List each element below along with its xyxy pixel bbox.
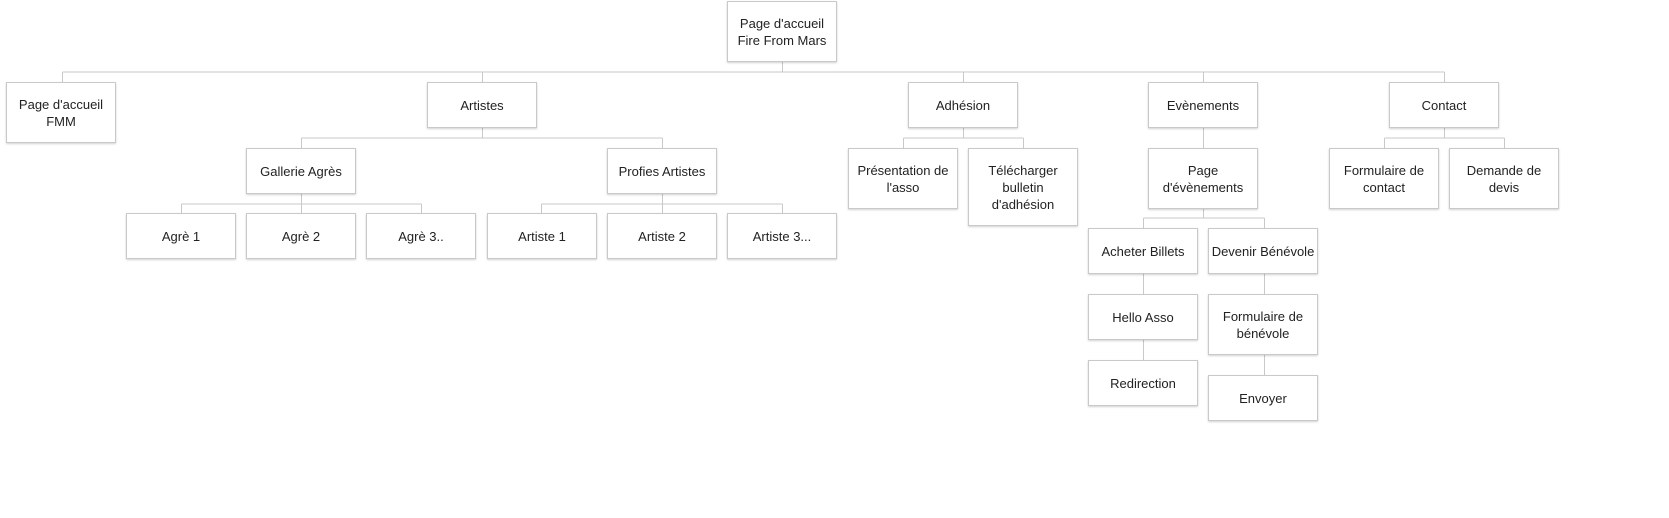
connector-artistes-children: [301, 128, 663, 148]
node-artiste-1: Artiste 1: [487, 213, 597, 259]
node-accueil-fmm: Page d'accueil FMM: [6, 82, 116, 143]
node-agre-2-label: Agrè 2: [281, 228, 321, 244]
node-contact: Contact: [1389, 82, 1499, 128]
node-presentation-asso-label: Présentation de l'asso: [857, 162, 949, 195]
connector-gallerie-children: [181, 194, 422, 213]
connector-profies-children: [541, 194, 783, 213]
node-envoyer: Envoyer: [1208, 375, 1318, 421]
connector-adhesion-children: [903, 128, 1024, 148]
node-agre-2: Agrè 2: [246, 213, 356, 259]
node-artiste-3: Artiste 3...: [727, 213, 837, 259]
node-accueil-fmm-label: Page d'accueil FMM: [18, 96, 104, 129]
node-formulaire-benevole: Formulaire de bénévole: [1208, 294, 1318, 355]
node-adhesion: Adhésion: [908, 82, 1018, 128]
node-gallerie-agres-label: Gallerie Agrès: [260, 163, 342, 179]
node-artistes-label: Artistes: [460, 97, 504, 113]
node-devenir-benevole-label: Devenir Bénévole: [1211, 243, 1315, 259]
node-agre-1-label: Agrè 1: [161, 228, 201, 244]
connector-root-children: [62, 62, 1445, 82]
node-envoyer-label: Envoyer: [1239, 390, 1287, 406]
node-agre-3-label: Agrè 3..: [398, 228, 444, 244]
node-formulaire-contact-label: Formulaire de contact: [1343, 162, 1425, 195]
node-evenements: Evènements: [1148, 82, 1258, 128]
node-acheter-billets: Acheter Billets: [1088, 228, 1198, 274]
node-telecharger-bulletin-label: Télécharger bulletin d'adhésion: [988, 162, 1058, 212]
node-formulaire-contact: Formulaire de contact: [1329, 148, 1439, 209]
connector-lines: [62, 62, 1505, 375]
node-artiste-1-label: Artiste 1: [518, 228, 566, 244]
node-root: Page d'accueil Fire From Mars: [727, 1, 837, 62]
node-profies-artistes-label: Profies Artistes: [618, 163, 706, 179]
node-telecharger-bulletin: Télécharger bulletin d'adhésion: [968, 148, 1078, 226]
node-devenir-benevole: Devenir Bénévole: [1208, 228, 1318, 274]
node-artiste-2: Artiste 2: [607, 213, 717, 259]
node-adhesion-label: Adhésion: [935, 97, 991, 113]
node-demande-devis-label: Demande de devis: [1466, 162, 1542, 195]
node-gallerie-agres: Gallerie Agrès: [246, 148, 356, 194]
node-artistes: Artistes: [427, 82, 537, 128]
node-redirection: Redirection: [1088, 360, 1198, 406]
node-hello-asso: Hello Asso: [1088, 294, 1198, 340]
connector-page-evenements-children: [1143, 208, 1265, 228]
node-artiste-3-label: Artiste 3...: [752, 228, 812, 244]
node-root-label: Page d'accueil Fire From Mars: [737, 15, 827, 48]
node-acheter-billets-label: Acheter Billets: [1101, 243, 1185, 259]
node-contact-label: Contact: [1421, 97, 1467, 113]
sitemap-diagram: Page d'accueil Fire From Mars Page d'acc…: [0, 0, 1669, 518]
node-evenements-label: Evènements: [1166, 97, 1240, 113]
node-formulaire-benevole-label: Formulaire de bénévole: [1222, 308, 1304, 341]
node-page-evenements: Page d'évènements: [1148, 148, 1258, 209]
node-agre-3: Agrè 3..: [366, 213, 476, 259]
node-presentation-asso: Présentation de l'asso: [848, 148, 958, 209]
node-profies-artistes: Profies Artistes: [607, 148, 717, 194]
node-redirection-label: Redirection: [1110, 375, 1176, 391]
node-artiste-2-label: Artiste 2: [638, 228, 686, 244]
node-agre-1: Agrè 1: [126, 213, 236, 259]
node-demande-devis: Demande de devis: [1449, 148, 1559, 209]
node-page-evenements-label: Page d'évènements: [1162, 162, 1244, 195]
node-hello-asso-label: Hello Asso: [1112, 309, 1174, 325]
connector-contact-children: [1384, 128, 1505, 148]
